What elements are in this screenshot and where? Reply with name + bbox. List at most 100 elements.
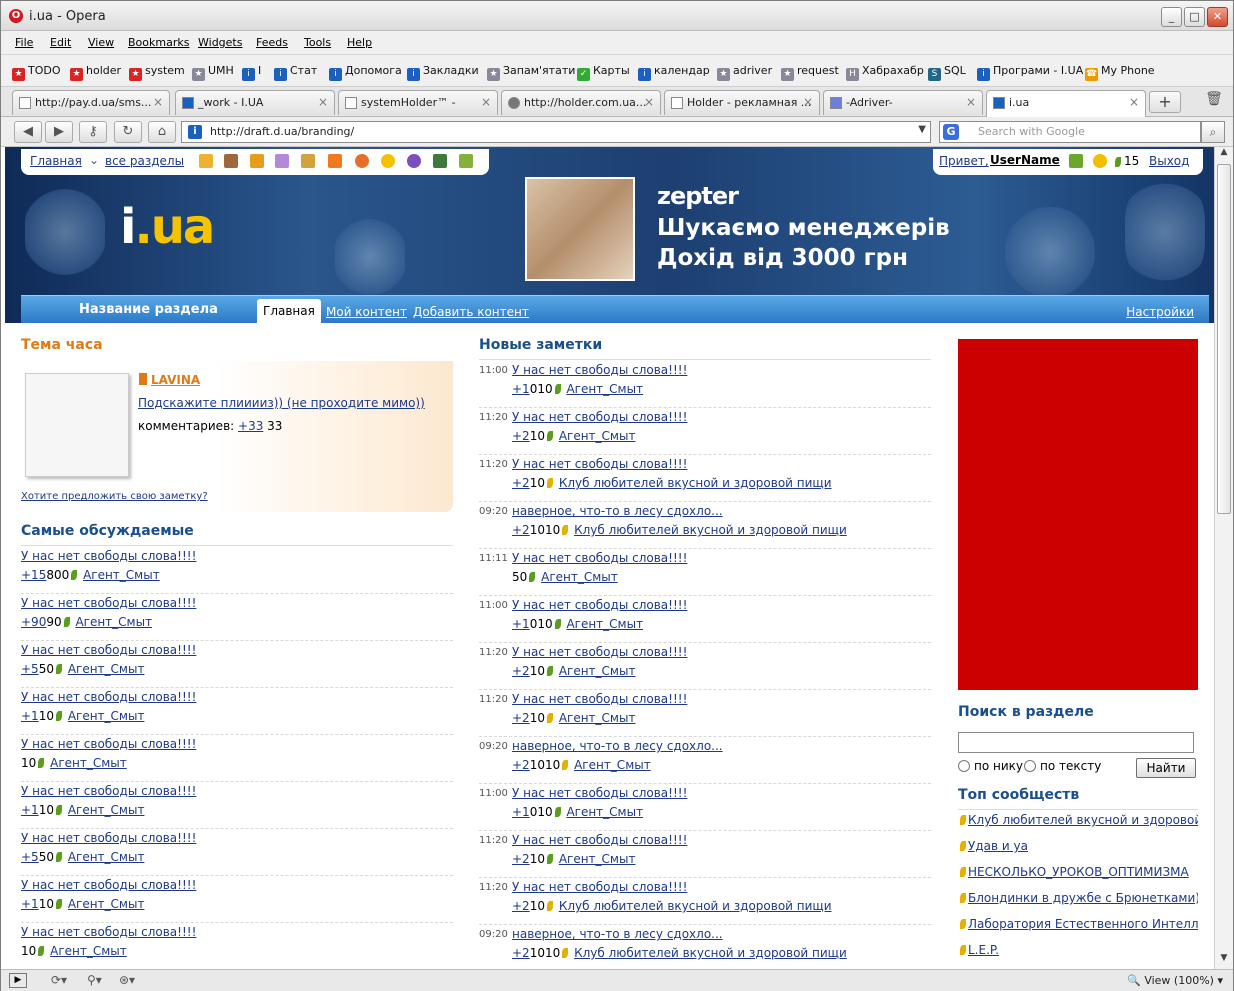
weather-icon[interactable] — [381, 154, 395, 168]
author-link[interactable]: Клуб любителей вкусной и здоровой пищи — [574, 523, 847, 537]
forward-button[interactable]: ▶ — [45, 121, 73, 143]
author-link[interactable]: Агент_Смыт — [68, 850, 145, 864]
topic-title-link[interactable]: Подскажите плииииз)) (не проходите мимо)… — [138, 396, 425, 410]
logout-link[interactable]: Выход — [1149, 154, 1189, 168]
comments-plus-link[interactable]: +33 — [238, 419, 263, 433]
rss-icon[interactable] — [328, 154, 342, 168]
rating-plus-link[interactable]: +1 — [21, 897, 39, 911]
site-logo[interactable]: i.ua — [120, 199, 215, 255]
panel-toggle-icon[interactable]: ▶ — [9, 973, 27, 988]
note-title-link[interactable]: У нас нет свободы слова!!!! — [512, 457, 687, 471]
sync-icon[interactable]: ⟳▾ — [51, 973, 67, 987]
all-sections-link[interactable]: все разделы — [105, 154, 184, 168]
chevron-down-icon[interactable]: ⌄ — [89, 153, 99, 167]
menu-bookmarks[interactable]: Bookmarks — [128, 36, 189, 49]
topic-author[interactable]: LAVINA — [139, 373, 200, 387]
discussed-title-link[interactable]: У нас нет свободы слова!!!! — [21, 643, 196, 657]
tab-holder-ad[interactable]: Holder - рекламная ... × — [664, 90, 820, 115]
rating-plus-link[interactable]: +2 — [512, 758, 530, 772]
discussed-title-link[interactable]: У нас нет свободы слова!!!! — [21, 925, 196, 939]
map-icon[interactable] — [459, 154, 473, 168]
bookmark-calendar[interactable]: i календар — [638, 64, 710, 81]
tab-system-holder[interactable]: systemHolder™ - × — [338, 90, 498, 115]
author-link[interactable]: Агент_Смыт — [559, 664, 636, 678]
bookmark-adriver[interactable]: ★ adriver — [717, 64, 772, 81]
discussed-title-link[interactable]: У нас нет свободы слова!!!! — [21, 596, 196, 610]
rating-plus-link[interactable]: +5 — [21, 850, 39, 864]
community-link[interactable]: Клуб любителей вкусной и здоровой — [968, 813, 1198, 827]
rating-plus-link[interactable]: +1 — [512, 382, 530, 396]
note-title-link[interactable]: У нас нет свободы слова!!!! — [512, 645, 687, 659]
community-item[interactable]: L.E.P. — [958, 943, 1198, 957]
menu-edit[interactable]: Edit — [50, 36, 71, 49]
rating-plus-link[interactable]: +1 — [21, 803, 39, 817]
note-title-link[interactable]: У нас нет свободы слова!!!! — [512, 692, 687, 706]
author-link[interactable]: Агент_Смыт — [75, 615, 152, 629]
bookmark-system[interactable]: ★ system — [129, 64, 185, 81]
note-title-link[interactable]: У нас нет свободы слова!!!! — [512, 786, 687, 800]
turbo-icon[interactable]: ⊛▾ — [119, 973, 135, 987]
rating-plus-link[interactable]: +5 — [21, 662, 39, 676]
author-link[interactable]: Агент_Смыт — [566, 617, 643, 631]
google-icon[interactable]: G — [943, 124, 959, 140]
tab-close-icon[interactable]: × — [153, 95, 163, 109]
community-item[interactable]: Удав и уа — [958, 839, 1198, 853]
case-icon[interactable] — [224, 154, 238, 168]
banner-ad[interactable]: zepter Шукаємо менеджерів Дохід від 3000… — [525, 177, 965, 281]
rating-plus-link[interactable]: +15 — [21, 568, 46, 582]
url-field[interactable]: i http://draft.d.ua/branding/▼ — [181, 121, 931, 143]
note-title-link[interactable]: У нас нет свободы слова!!!! — [512, 833, 687, 847]
photo-icon[interactable] — [275, 154, 289, 168]
author-link[interactable]: Агент_Смыт — [559, 852, 636, 866]
nav-home-link[interactable]: Главная — [30, 154, 82, 168]
tab-adriver[interactable]: -Adriver- × — [823, 90, 983, 115]
author-link[interactable]: Агент_Смыт — [50, 756, 127, 770]
scroll-up-icon[interactable]: ▲ — [1215, 147, 1233, 163]
menu-feeds[interactable]: Feeds — [256, 36, 288, 49]
menu-widgets[interactable]: Widgets — [198, 36, 242, 49]
bookmark-maps[interactable]: ✓ Карты — [577, 64, 630, 81]
author-link[interactable]: Агент_Смыт — [50, 944, 127, 958]
search-button[interactable]: ⌕ — [1201, 121, 1225, 143]
tab-pay[interactable]: http://pay.d.ua/sms... × — [12, 90, 170, 115]
ad-placeholder[interactable] — [958, 339, 1198, 690]
rating-plus-link[interactable]: +2 — [512, 664, 530, 678]
author-link[interactable]: Агент_Смыт — [68, 662, 145, 676]
menu-view[interactable]: View — [88, 36, 114, 49]
tab-close-icon[interactable]: × — [318, 95, 328, 109]
note-title-link[interactable]: У нас нет свободы слова!!!! — [512, 551, 687, 565]
note-title-link[interactable]: У нас нет свободы слова!!!! — [512, 410, 687, 424]
author-link[interactable]: Агент_Смыт — [559, 711, 636, 725]
menu-help[interactable]: Help — [347, 36, 372, 49]
mail-icon[interactable] — [199, 154, 213, 168]
rating-plus-link[interactable]: +1 — [21, 709, 39, 723]
bookmark-i[interactable]: iI — [242, 64, 261, 81]
rating-plus-link[interactable]: +2 — [512, 476, 530, 490]
scrollbar-thumb[interactable] — [1217, 164, 1231, 514]
friends-icon[interactable] — [1069, 154, 1083, 168]
bookmark-stat[interactable]: i Стат — [274, 64, 317, 81]
rating-plus-link[interactable]: +1 — [512, 617, 530, 631]
author-link[interactable]: Агент_Смыт — [541, 570, 618, 584]
scroll-down-icon[interactable]: ▼ — [1215, 953, 1233, 969]
settings-link[interactable]: Настройки — [1126, 305, 1194, 319]
bag-icon[interactable] — [301, 154, 315, 168]
tab-close-icon[interactable]: × — [803, 95, 813, 109]
minimize-button[interactable]: _ — [1161, 7, 1182, 27]
rating-plus-link[interactable]: +2 — [512, 429, 530, 443]
discussed-title-link[interactable]: У нас нет свободы слова!!!! — [21, 831, 196, 845]
author-link[interactable]: Агент_Смыт — [68, 897, 145, 911]
username-link[interactable]: UserName — [990, 153, 1060, 167]
bookmark-sql[interactable]: S SQL — [928, 64, 966, 81]
community-link[interactable]: НЕСКОЛЬКО_УРОКОВ_ОПТИМИЗМА — [968, 865, 1189, 879]
author-link[interactable]: Клуб любителей вкусной и здоровой пищи — [574, 946, 847, 960]
vertical-scrollbar[interactable]: ▲ ▼ — [1214, 147, 1233, 969]
bookmark-holder[interactable]: ★ holder — [70, 64, 121, 81]
tab-add-content[interactable]: Добавить контент — [413, 305, 529, 319]
author-link[interactable]: Агент_Смыт — [574, 758, 651, 772]
tab-my-content[interactable]: Мой контент — [326, 305, 407, 319]
home-button[interactable]: ⌂ — [148, 121, 176, 143]
discussed-title-link[interactable]: У нас нет свободы слова!!!! — [21, 784, 196, 798]
topic-thumbnail[interactable] — [25, 373, 129, 477]
bookmark-help[interactable]: i Допомога — [329, 64, 402, 81]
